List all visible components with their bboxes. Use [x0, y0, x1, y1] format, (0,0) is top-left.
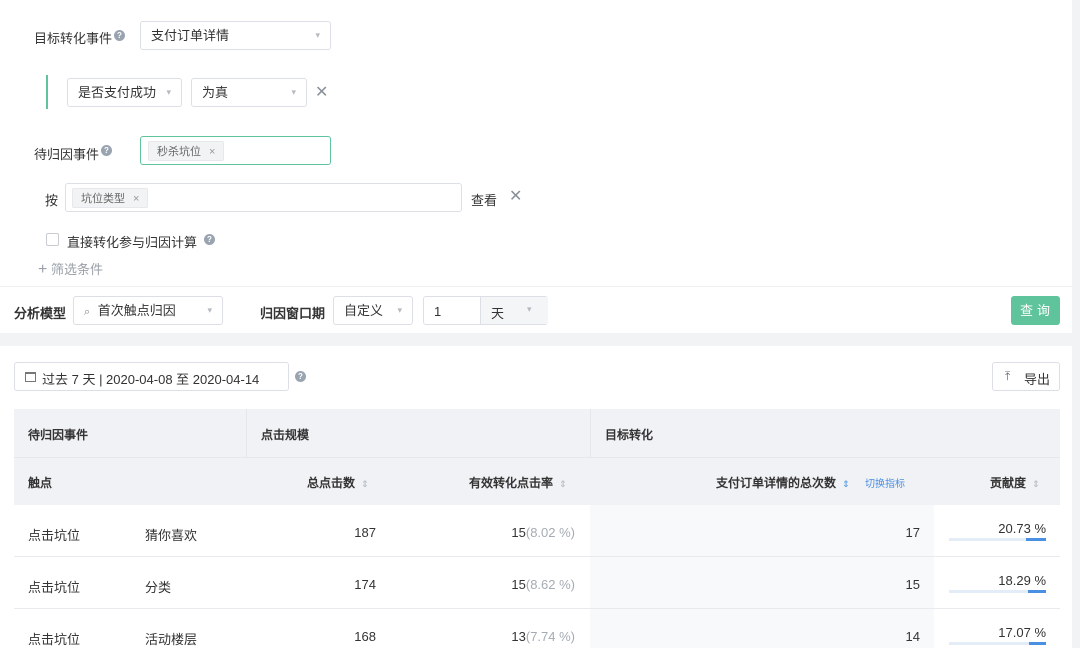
row-orders: 14: [905, 629, 920, 644]
col-touchpoint: 触点: [28, 476, 53, 490]
add-filter-link[interactable]: + 筛选条件: [38, 259, 103, 279]
target-event-value: 支付订单详情: [151, 28, 230, 43]
export-button[interactable]: ⤒ 导出: [992, 362, 1060, 391]
upload-icon: ⤒: [1005, 369, 1011, 383]
contribution-bar-fill: [1029, 642, 1046, 645]
query-button[interactable]: 查询: [1011, 296, 1060, 325]
group-header-clicks: 点击规模: [261, 428, 310, 442]
col-total-clicks[interactable]: 总点击数 ⇕: [307, 474, 369, 491]
table-sub-header: 触点 总点击数 ⇕ 有效转化点击率 ⇕ 支付订单详情的总次数 ⇕ 切换指标 贡献度 ⇕: [14, 458, 1060, 505]
row-event: 点击坑位: [28, 632, 81, 647]
tag-close-icon[interactable]: ×: [133, 193, 139, 205]
plus-icon: +: [38, 261, 48, 278]
remove-condition-close-icon[interactable]: ✕: [315, 85, 328, 101]
attribution-event-input[interactable]: 秒杀坑位 ×: [140, 136, 331, 165]
row-type: 猜你喜欢: [145, 528, 198, 543]
sort-icon[interactable]: ⇕: [1032, 479, 1040, 489]
row-event: 点击坑位: [28, 580, 81, 595]
results-panel: 过去 7 天 | 2020-04-08 至 2020-04-14 ? ⤒ 导出 …: [0, 346, 1072, 648]
contribution-bar-fill: [1028, 590, 1046, 593]
model-label: 分析模型: [14, 306, 67, 321]
by-label: 按: [45, 193, 59, 208]
target-event-select[interactable]: 支付订单详情 ▾: [140, 21, 331, 50]
calendar-icon: [25, 372, 36, 382]
window-unit-select[interactable]: 天 ▾: [480, 297, 548, 324]
date-range-text: 过去 7 天 | 2020-04-08 至 2020-04-14: [42, 372, 260, 387]
add-filter-label: 筛选条件: [50, 262, 103, 277]
model-value: 首次触点归因: [97, 303, 176, 318]
row-clicks: 174: [354, 577, 376, 592]
condition-property-value: 是否支付成功: [78, 85, 157, 100]
tag-close-icon[interactable]: ×: [209, 146, 215, 158]
row-contribution: 20.73 %: [998, 521, 1046, 536]
row-type: 分类: [145, 580, 172, 595]
attribution-event-label: 待归因事件: [34, 147, 100, 162]
condition-value-select[interactable]: 为真 ▾: [191, 78, 307, 107]
window-unit-value: 天: [491, 306, 505, 321]
chevron-down-icon: ▾: [291, 87, 296, 97]
filter-panel: 目标转化事件 ? 支付订单详情 ▾ 是否支付成功 ▾ 为真 ▾ ✕ 待归因事件 …: [0, 0, 1072, 333]
attribution-event-tag[interactable]: 秒杀坑位 ×: [148, 141, 225, 161]
sort-icon[interactable]: ⇕: [842, 479, 850, 489]
chevron-down-icon: ▾: [527, 304, 532, 314]
remove-group-close-icon[interactable]: ✕: [509, 189, 522, 205]
contribution-bar: [949, 590, 1046, 593]
row-contribution: 18.29 %: [998, 573, 1046, 588]
chevron-down-icon: ▾: [315, 30, 320, 40]
help-icon[interactable]: ?: [204, 234, 215, 245]
row-type: 活动楼层: [145, 632, 198, 647]
export-label: 导出: [1024, 372, 1051, 387]
group-by-input[interactable]: 坑位类型 ×: [65, 183, 462, 212]
row-clicks: 187: [354, 525, 376, 540]
window-number-input-group: 1 天 ▾: [423, 296, 548, 325]
date-range-picker[interactable]: 过去 7 天 | 2020-04-08 至 2020-04-14: [14, 362, 289, 391]
switch-metric-link[interactable]: 切换指标: [865, 475, 905, 490]
help-icon[interactable]: ?: [101, 145, 112, 156]
chevron-down-icon: ▾: [397, 305, 402, 315]
direct-conversion-checkbox[interactable]: [46, 233, 59, 246]
chevron-down-icon: ▾: [166, 87, 171, 97]
sort-icon[interactable]: ⇕: [361, 479, 369, 489]
divider: [0, 286, 1072, 287]
window-number-input[interactable]: 1: [434, 304, 441, 319]
target-event-label: 目标转化事件: [34, 31, 113, 46]
col-effective-rate[interactable]: 有效转化点击率 ⇕: [469, 474, 567, 491]
direct-conversion-label: 直接转化参与归因计算: [67, 235, 198, 250]
help-icon[interactable]: ?: [114, 30, 125, 41]
row-divider: [14, 556, 1060, 557]
chevron-down-icon: ▾: [207, 305, 212, 315]
window-label: 归因窗口期: [260, 306, 326, 321]
window-type-select[interactable]: 自定义 ▾: [333, 296, 413, 325]
group-header-target: 目标转化: [605, 428, 654, 442]
row-clicks: 168: [354, 629, 376, 644]
row-divider: [14, 608, 1060, 609]
sort-icon[interactable]: ⇕: [559, 479, 567, 489]
help-icon[interactable]: ?: [295, 371, 306, 382]
row-orders: 17: [905, 525, 920, 540]
contribution-bar-fill: [1025, 538, 1046, 541]
search-icon: ⌕: [84, 306, 91, 318]
row-effective: 13(7.74 %): [511, 629, 575, 644]
col-contribution[interactable]: 贡献度 ⇕: [990, 474, 1040, 491]
row-contribution: 17.07 %: [998, 625, 1046, 640]
condition-value: 为真: [202, 85, 229, 100]
row-effective: 15(8.02 %): [511, 525, 575, 540]
group-by-tag[interactable]: 坑位类型 ×: [72, 188, 149, 208]
model-select[interactable]: ⌕ 首次触点归因 ▾: [73, 296, 223, 325]
row-event: 点击坑位: [28, 528, 81, 543]
view-label: 查看: [471, 193, 498, 208]
contribution-bar: [949, 538, 1046, 541]
condition-indent-bar: [46, 75, 48, 109]
window-type-value: 自定义: [344, 303, 384, 318]
row-effective: 15(8.62 %): [511, 577, 575, 592]
table-group-header: 待归因事件 点击规模 目标转化: [14, 409, 1060, 505]
col-total-orders[interactable]: 支付订单详情的总次数 ⇕: [716, 474, 850, 491]
condition-property-select[interactable]: 是否支付成功 ▾: [67, 78, 182, 107]
row-orders: 15: [905, 577, 920, 592]
group-header-attribution: 待归因事件: [28, 428, 89, 442]
contribution-bar: [949, 642, 1046, 645]
